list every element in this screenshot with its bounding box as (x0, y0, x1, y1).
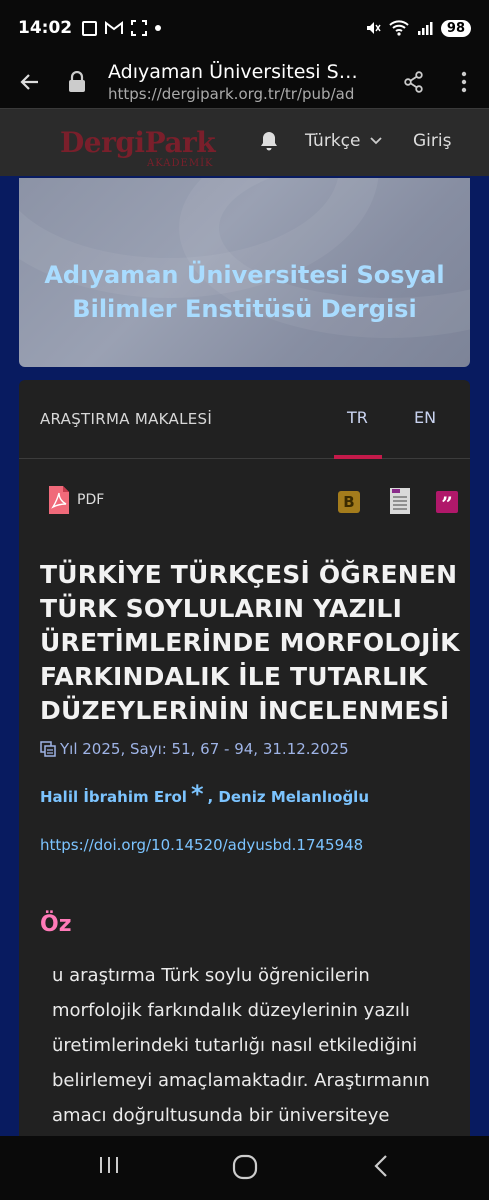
pdf-label: PDF (77, 492, 105, 508)
cite-button[interactable]: ” (436, 491, 458, 516)
authors: Halil İbrahim Erol * , Deniz Melanlıoğlu (40, 780, 370, 808)
active-tab-indicator (334, 455, 382, 459)
article-tools: PDF B ” (19, 480, 470, 520)
journal-title-line2: Bilimler Enstitüsü Dergisi (72, 295, 417, 323)
gmail-icon (105, 21, 124, 34)
login-link[interactable]: Giriş (413, 131, 451, 151)
home-button[interactable] (232, 1154, 258, 1184)
lock-icon (69, 71, 85, 92)
browser-menu-button[interactable] (439, 71, 489, 93)
journal-banner: Adıyaman Üniversitesi Sosyal Bilimler En… (19, 178, 470, 367)
pdf-icon (49, 486, 69, 514)
language-label: Türkçe (305, 131, 361, 151)
back-nav-button[interactable] (372, 1154, 390, 1182)
battery-indicator: 98 (440, 19, 471, 37)
home-icon (232, 1154, 258, 1180)
share-icon (404, 71, 423, 93)
page-title: Adıyaman Üniversitesi Sosyal Bilimler En… (108, 61, 358, 83)
journal-title-line1: Adıyaman Üniversitesi Sosyal (44, 261, 445, 289)
abstract-text: u araştırma Türk soylu öğrenicilerin mor… (52, 965, 430, 1126)
address-bar[interactable]: Adıyaman Üniversitesi Sosyal Bilimler En… (94, 61, 389, 103)
doi-link[interactable]: https://doi.org/10.14520/adyusbd.1745948 (40, 836, 363, 854)
screenshot-icon (131, 20, 148, 36)
mute-icon (366, 22, 381, 34)
article-type: ARAŞTIRMA MAKALESİ (40, 410, 213, 428)
recent-apps-button[interactable] (98, 1154, 120, 1180)
author-link[interactable]: Halil İbrahim Erol (40, 788, 187, 806)
bibtex-button[interactable]: B (338, 491, 360, 513)
tab-en[interactable]: EN (414, 408, 436, 427)
back-chevron-icon (374, 1155, 387, 1177)
pdf-download-button[interactable]: PDF (47, 485, 104, 515)
system-navigation-bar (0, 1136, 489, 1200)
status-time: 14:02 (18, 18, 73, 38)
ris-export-button[interactable] (389, 487, 411, 519)
dergipark-logo[interactable]: DergiPark AKADEMİK (60, 118, 220, 169)
wifi-icon (389, 20, 409, 36)
recent-apps-icon (100, 1157, 118, 1173)
more-notifications-icon (155, 25, 162, 31)
abstract-heading: Öz (40, 912, 72, 937)
check-notification-icon (82, 20, 98, 36)
author-link[interactable]: , Deniz Melanlıoğlu (208, 788, 370, 806)
chevron-down-icon (370, 137, 383, 145)
language-selector[interactable]: Türkçe (305, 131, 383, 151)
notification-button[interactable] (260, 131, 278, 155)
more-vertical-icon (461, 71, 467, 93)
site-info-button[interactable] (60, 71, 94, 93)
logo-main: DergiPark (60, 125, 216, 159)
signal-icon (417, 22, 433, 35)
page-url: https://dergipark.org.tr/tr/pub/ad (108, 85, 355, 103)
article-title: TÜRKİYE TÜRKÇESİ ÖĞRENEN TÜRK SOYLULARIN… (40, 560, 460, 725)
share-button[interactable] (389, 71, 439, 93)
document-list-icon (390, 488, 410, 514)
status-bar: 14:02 98 (0, 0, 489, 56)
journal-title[interactable]: Adıyaman Üniversitesi Sosyal Bilimler En… (19, 258, 470, 326)
tab-tr[interactable]: TR (347, 408, 368, 427)
article-tabs: ARAŞTIRMA MAKALESİ TR EN (19, 380, 470, 459)
article-meta: Yıl 2025, Sayı: 51, 67 - 94, 31.12.2025 (40, 740, 349, 758)
browser-toolbar: Adıyaman Üniversitesi Sosyal Bilimler En… (0, 56, 489, 108)
corresponding-author-mark: * (190, 780, 204, 808)
notification-icons (82, 20, 162, 36)
arrow-left-icon (20, 74, 38, 90)
copy-icon (40, 741, 56, 757)
bell-icon (261, 132, 277, 151)
article-card: ARAŞTIRMA MAKALESİ TR EN PDF B ” TÜRKİYE… (19, 380, 470, 1140)
logo-sub: AKADEMİK (147, 157, 214, 169)
issue-info: Yıl 2025, Sayı: 51, 67 - 94, 31.12.2025 (60, 740, 349, 758)
site-header: DergiPark AKADEMİK Türkçe Giriş (0, 108, 489, 176)
back-button[interactable] (0, 56, 60, 108)
